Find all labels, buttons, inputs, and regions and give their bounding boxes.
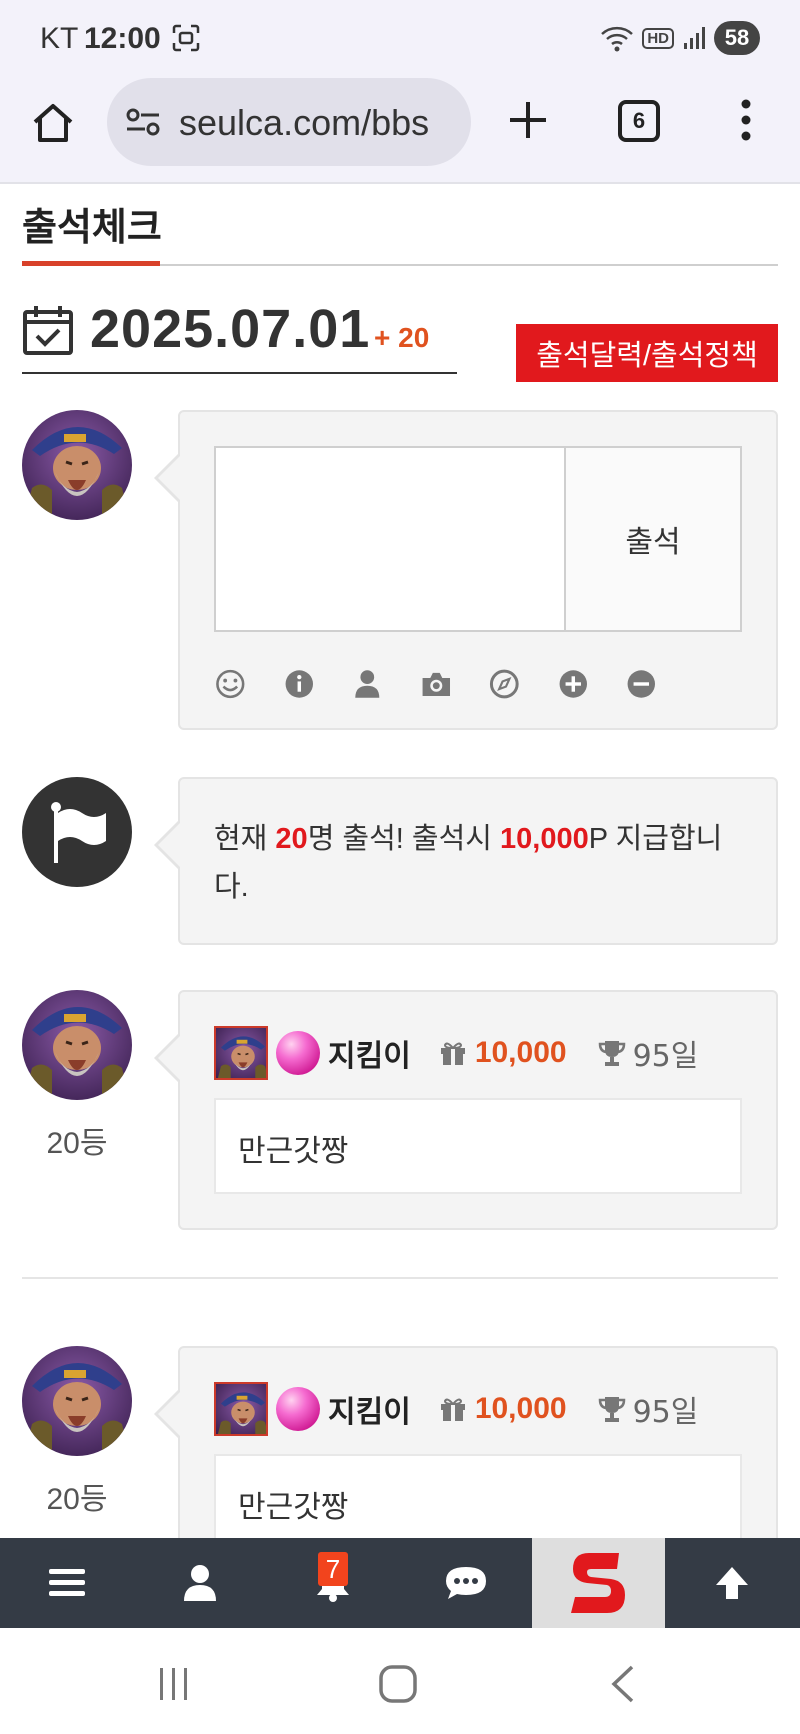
entry-days: 95일 — [632, 1395, 699, 1430]
user-icon[interactable] — [351, 665, 384, 703]
form-toolbar — [214, 664, 694, 704]
notice-middle: 명 출석! 출석시 — [307, 823, 500, 855]
carrier-label: KT — [40, 22, 79, 55]
user-name[interactable]: 지킴이 — [328, 1031, 411, 1075]
attendance-date: 2025.07.01 — [90, 299, 371, 359]
more-menu-icon[interactable] — [738, 98, 754, 142]
attendance-form-card: 출석 — [154, 410, 778, 730]
entry-avatar — [22, 990, 132, 1100]
arrow-up-icon — [715, 1567, 748, 1599]
entry-points: 10,000 — [474, 1036, 567, 1069]
entry-avatar — [22, 1346, 132, 1456]
status-icons: HD 58 — [600, 20, 760, 56]
attendance-notice: 현재 20명 출석! 출석시 10,000P 지급합니다. — [214, 815, 754, 911]
entry-days: 95일 — [632, 1039, 699, 1074]
level-orb-icon — [276, 1031, 320, 1075]
clock: 12:00 — [84, 22, 161, 55]
attendance-count: + 20 — [374, 322, 430, 353]
home-nav-icon[interactable] — [378, 1664, 418, 1704]
attendance-entry: 지킴이 10,000 95일 만근갓짱 — [154, 990, 778, 1230]
attendance-policy-button[interactable]: 출석달력/출석정책 — [516, 324, 778, 382]
notice-points: 10,000 — [500, 823, 589, 855]
tab-switcher-button[interactable]: 6 — [618, 100, 660, 142]
attendance-form: 출석 — [214, 446, 742, 632]
home-icon[interactable] — [30, 100, 76, 146]
attend-submit-button[interactable]: 출석 — [566, 448, 740, 630]
entry-rank: 20등 — [46, 1127, 108, 1160]
current-user-avatar — [22, 410, 132, 520]
compass-icon[interactable] — [488, 665, 521, 703]
browser-toolbar: seulca.com/bbs 6 — [0, 76, 800, 184]
nav-menu-button[interactable] — [0, 1538, 133, 1628]
calendar-check-icon — [23, 306, 73, 355]
entry-user-row: 지킴이 10,000 95일 — [214, 1026, 698, 1080]
nav-notifications-button[interactable]: 7 — [266, 1538, 399, 1628]
user-icon — [183, 1565, 216, 1601]
title-accent-underline — [22, 261, 160, 266]
entry-message: 만근갓짱 — [214, 1098, 742, 1194]
site-settings-icon[interactable] — [125, 106, 161, 138]
chat-icon — [445, 1567, 486, 1599]
attendance-notice-card: 현재 20명 출석! 출석시 10,000P 지급합니다. — [154, 777, 778, 945]
address-bar[interactable]: seulca.com/bbs — [107, 78, 471, 166]
nav-site-logo[interactable] — [532, 1538, 665, 1628]
gift-icon — [440, 1398, 465, 1421]
date-header: 2025.07.01 + 20 — [22, 298, 457, 374]
notification-badge: 7 — [318, 1552, 348, 1586]
site-logo — [570, 1553, 625, 1613]
entry-rank: 20등 — [46, 1483, 108, 1516]
info-icon[interactable] — [283, 665, 316, 703]
entry-divider — [22, 1277, 778, 1279]
recent-apps-icon[interactable] — [156, 1666, 192, 1702]
status-bar: KT 12:00 HD 58 — [0, 0, 800, 76]
screenshot-icon — [172, 24, 200, 52]
entry-message: 만근갓짱 — [214, 1454, 742, 1550]
nav-profile-button[interactable] — [133, 1538, 266, 1628]
camera-icon[interactable] — [420, 665, 453, 703]
new-tab-icon[interactable] — [506, 98, 550, 142]
attendance-comment-input[interactable] — [216, 448, 566, 630]
signal-icon — [684, 27, 705, 49]
trophy-icon — [598, 1397, 625, 1422]
url-text: seulca.com/bbs — [179, 102, 430, 143]
user-name[interactable]: 지킴이 — [328, 1387, 411, 1431]
notice-prefix: 현재 — [214, 823, 276, 855]
flag-icon — [51, 802, 106, 863]
system-navigation-bar — [0, 1628, 800, 1734]
wifi-icon — [601, 26, 634, 52]
gift-icon — [440, 1042, 465, 1065]
notice-avatar — [22, 777, 132, 887]
smile-icon[interactable] — [214, 665, 247, 703]
entry-points: 10,000 — [474, 1392, 567, 1425]
user-thumbnail[interactable] — [214, 1026, 268, 1080]
trophy-icon — [598, 1041, 625, 1066]
nav-scroll-top-button[interactable] — [665, 1538, 798, 1628]
network-type-icon: HD — [642, 27, 674, 49]
user-thumbnail[interactable] — [214, 1382, 268, 1436]
nav-chat-button[interactable] — [399, 1538, 532, 1628]
back-icon[interactable] — [608, 1664, 636, 1704]
page-title: 출석체크 — [22, 207, 162, 249]
plus-circle-icon[interactable] — [557, 665, 590, 703]
entry-user-row: 지킴이 10,000 95일 — [214, 1382, 698, 1436]
level-orb-icon — [276, 1387, 320, 1431]
menu-icon — [48, 1569, 85, 1596]
battery-indicator: 58 — [714, 21, 760, 55]
minus-circle-icon[interactable] — [625, 665, 658, 703]
bottom-nav: 7 — [0, 1538, 800, 1628]
notice-attendee-count: 20 — [275, 823, 308, 855]
